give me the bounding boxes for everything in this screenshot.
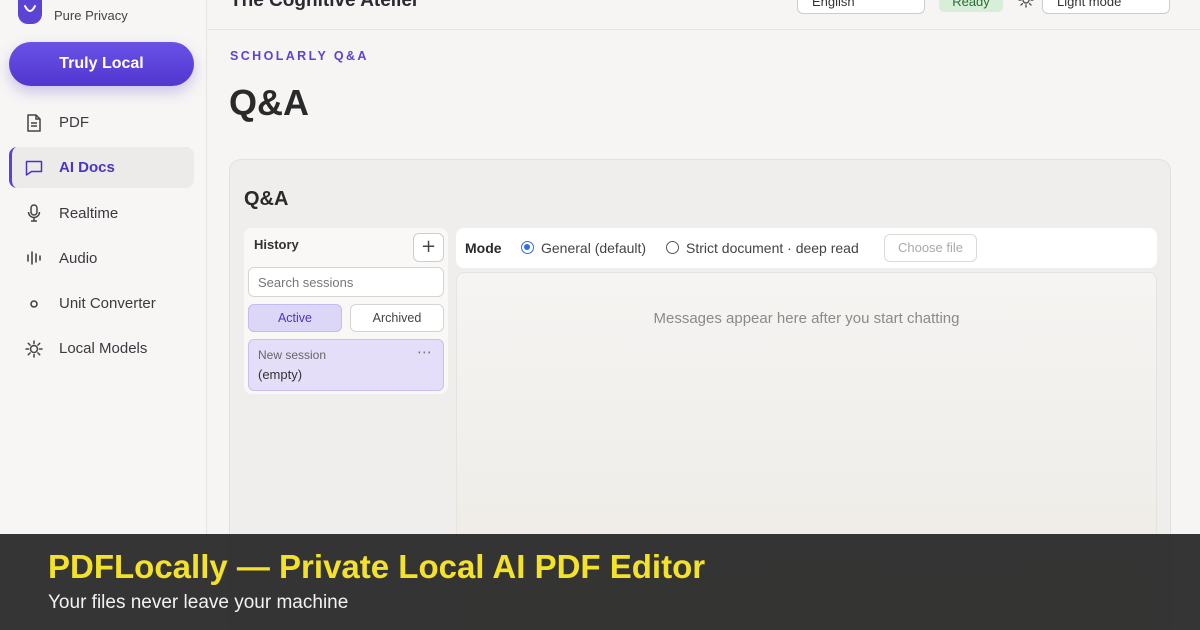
brand-subtitle: Pure Privacy [54,8,128,23]
session-preview: (empty) [258,367,303,382]
page-eyebrow: SCHOLARLY Q&A [230,49,369,63]
sidebar-item-label: Unit Converter [59,295,156,313]
radio-strict-document-label[interactable]: Strict document · deep read [686,240,859,256]
sun-gear-icon [25,340,43,358]
radio-general-label[interactable]: General (default) [541,240,646,256]
sidebar-item-realtime[interactable]: Realtime [9,193,194,234]
history-panel: History + Active Archived New session ⋯ … [244,228,448,394]
banner-subtitle: Your files never leave your machine [48,592,349,613]
add-session-button[interactable]: + [413,233,444,262]
history-title: History [254,237,299,252]
microphone-icon [25,204,43,222]
sidebar-item-audio[interactable]: Audio [9,238,194,279]
sidebar-nav: PDF AI Docs Realtime Audio Unit Converte… [9,102,194,374]
app-title: The Cognitive Atelier [230,0,420,11]
sidebar-item-unit-converter[interactable]: Unit Converter [9,283,194,324]
sidebar-item-local-models[interactable]: Local Models [9,328,194,369]
dot-icon [25,295,43,313]
document-icon [25,113,43,132]
sun-icon[interactable] [1018,0,1034,8]
topbar: The Cognitive Atelier English Ready Ligh… [208,0,1200,30]
shield-logo-icon [18,0,42,24]
language-select-value: English [812,0,855,9]
sidebar-item-pdf[interactable]: PDF [9,102,194,143]
truly-local-button[interactable]: Truly Local [9,42,194,86]
radio-general[interactable] [521,241,534,254]
sidebar-item-label: Audio [59,249,98,267]
language-select[interactable]: English [797,0,925,14]
sidebar-item-label: PDF [59,114,89,131]
mode-bar: Mode General (default) Strict document ·… [456,228,1157,268]
promo-banner: PDFLocally — Private Local AI PDF Editor… [0,534,1200,630]
theme-select-value: Light mode [1057,0,1122,9]
audio-waveform-icon [25,249,43,267]
mode-label: Mode [465,240,502,256]
choose-file-button[interactable]: Choose file [884,234,977,262]
chat-bubble-icon [25,159,43,177]
more-options-icon[interactable]: ⋯ [417,343,433,361]
tab-active[interactable]: Active [248,304,342,332]
search-sessions-input[interactable] [248,267,444,297]
radio-strict-document[interactable] [666,241,679,254]
sidebar-item-label: Local Models [59,340,148,358]
sidebar-item-label: AI Docs [59,159,115,177]
sidebar-item-ai-docs[interactable]: AI Docs [9,147,194,189]
theme-select[interactable]: Light mode [1042,0,1170,14]
card-title: Q&A [244,188,289,210]
session-item[interactable]: New session ⋯ (empty) [248,339,444,391]
page-title: Q&A [229,82,309,123]
messages-empty-text: Messages appear here after you start cha… [653,310,960,327]
status-badge: Ready [939,0,1003,12]
banner-title: PDFLocally — Private Local AI PDF Editor [48,548,706,585]
brand: Pure Privacy [18,0,128,24]
session-name: New session [258,348,327,362]
sidebar-item-label: Realtime [59,204,119,222]
tab-archived[interactable]: Archived [350,304,444,332]
